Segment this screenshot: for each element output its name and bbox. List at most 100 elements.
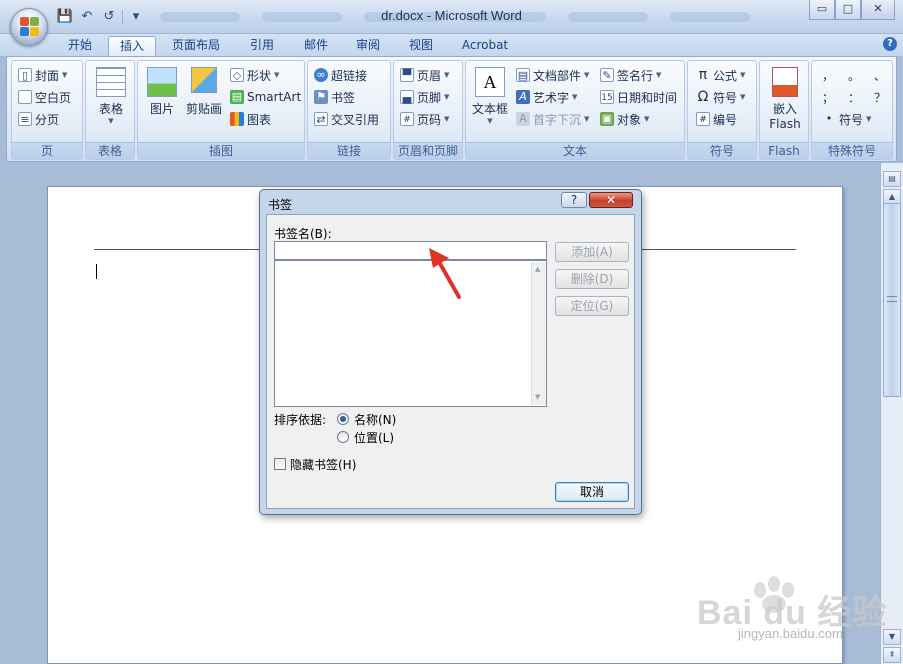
sort-by-location-radio[interactable] — [337, 431, 349, 443]
page-number-button[interactable]: # 页码 ▼ — [400, 109, 449, 129]
window-title: dr.docx - Microsoft Word — [381, 8, 522, 23]
hyperlink-button[interactable]: ∞ 超链接 — [314, 65, 367, 85]
list-scroll-down-icon[interactable]: ▼ — [535, 393, 540, 401]
tab-insert[interactable]: 插入 — [108, 36, 156, 56]
close-window-button[interactable]: ✕ — [861, 0, 895, 20]
page-break-label: 分页 — [35, 112, 60, 127]
quick-parts-button[interactable]: ▤ 文档部件 ▼ — [516, 65, 589, 85]
bookmark-button[interactable]: ⚑ 书签 — [314, 87, 355, 107]
page-break-icon: ≡ — [18, 112, 32, 126]
list-scroll-up-icon[interactable]: ▲ — [535, 265, 540, 273]
maximize-button[interactable]: □ — [835, 0, 861, 20]
tab-references[interactable]: 引用 — [240, 36, 284, 56]
dropcap-icon: A — [516, 112, 530, 126]
bookmark-list[interactable]: ▲ ▼ — [274, 260, 547, 407]
hyperlink-label: 超链接 — [331, 68, 368, 83]
cross-reference-button[interactable]: ⇄ 交叉引用 — [314, 109, 379, 129]
symbol-label: 符号 — [713, 90, 738, 105]
object-button[interactable]: ▣ 对象 ▼ — [600, 109, 649, 129]
header-button[interactable]: ▀ 页眉 ▼ — [400, 65, 449, 85]
enumeration-comma-char[interactable]: 、 — [874, 67, 886, 84]
bookmark-list-scrollbar[interactable]: ▲ ▼ — [531, 262, 546, 405]
group-text: A 文本框 ▼ ▤ 文档部件 ▼ A 艺术字 ▼ A 首字下沉 ▼ ✎ 签名行 ▼ 15… — [465, 60, 685, 160]
clipart-label: 剪贴画 — [185, 102, 222, 116]
tab-view[interactable]: 视图 — [399, 36, 443, 56]
table-button[interactable]: 表格 ▼ — [92, 67, 130, 125]
textbox-icon: A — [475, 67, 505, 97]
cancel-button[interactable]: 取消 — [555, 482, 629, 502]
semicolon-char[interactable]: ； — [822, 89, 834, 106]
chart-button[interactable]: 图表 — [230, 109, 271, 129]
number-icon: # — [696, 112, 710, 126]
textbox-button[interactable]: A 文本框 ▼ — [470, 67, 510, 125]
blank-page-button[interactable]: 空白页 — [18, 87, 71, 107]
page-break-button[interactable]: ≡ 分页 — [18, 109, 59, 129]
tab-mailings[interactable]: 邮件 — [294, 36, 338, 56]
question-mark-char[interactable]: ？ — [874, 89, 886, 106]
symbol-button[interactable]: Ω 符号 ▼ — [696, 87, 746, 107]
dialog-help-button[interactable]: ? — [561, 192, 587, 208]
help-icon[interactable]: ? — [883, 37, 897, 51]
tab-page-layout[interactable]: 页面布局 — [164, 36, 228, 56]
dropcap-button[interactable]: A 首字下沉 ▼ — [516, 109, 589, 129]
group-label-header-footer: 页眉和页脚 — [394, 142, 462, 159]
smartart-icon: ▤ — [230, 90, 244, 104]
number-label: 编号 — [713, 112, 738, 127]
number-button[interactable]: # 编号 — [696, 109, 737, 129]
watermark-url: jingyan.baidu.com — [738, 626, 843, 641]
picture-label: 图片 — [149, 102, 174, 116]
cover-page-button[interactable]: ▯ 封面 ▼ — [18, 65, 67, 85]
comma-char[interactable]: ， — [822, 67, 834, 84]
tab-home[interactable]: 开始 — [60, 36, 100, 56]
group-label-flash: Flash — [760, 142, 808, 159]
wordart-button[interactable]: A 艺术字 ▼ — [516, 87, 577, 107]
bookmark-dialog: 书签 ? ✕ 书签名(B): ▲ ▼ 添加(A) 删除(D) 定位(G) 排序依… — [259, 189, 642, 515]
goto-bookmark-button[interactable]: 定位(G) — [555, 296, 629, 316]
group-header-footer: ▀ 页眉 ▼ ▄ 页脚 ▼ # 页码 ▼ 页眉和页脚 — [393, 60, 463, 160]
bookmark-label: 书签 — [331, 90, 356, 105]
picture-button[interactable]: 图片 — [142, 67, 182, 117]
group-label-links: 链接 — [308, 142, 390, 159]
smartart-button[interactable]: ▤ SmartArt — [230, 87, 301, 107]
delete-bookmark-button[interactable]: 删除(D) — [555, 269, 629, 289]
shapes-button[interactable]: ◇ 形状 ▼ — [230, 65, 279, 85]
group-links: ∞ 超链接 ⚑ 书签 ⇄ 交叉引用 链接 — [307, 60, 391, 160]
equation-button[interactable]: π 公式 ▼ — [696, 65, 746, 85]
group-illustrations: 图片 剪贴画 ◇ 形状 ▼ ▤ SmartArt 图表 插图 — [137, 60, 305, 160]
office-button[interactable] — [10, 8, 48, 46]
dialog-close-button[interactable]: ✕ — [589, 192, 633, 208]
sort-by-name-radio[interactable] — [337, 413, 349, 425]
tab-acrobat[interactable]: Acrobat — [455, 36, 515, 56]
date-time-label: 日期和时间 — [617, 90, 678, 105]
previous-page-button[interactable]: ⇞ — [883, 647, 901, 663]
bookmark-icon: ⚑ — [314, 90, 328, 104]
dropcap-label: 首字下沉 — [533, 112, 582, 127]
footer-button[interactable]: ▄ 页脚 ▼ — [400, 87, 449, 107]
date-time-button[interactable]: 15 日期和时间 — [600, 87, 677, 107]
group-label-symbols: 符号 — [688, 142, 756, 159]
signature-line-button[interactable]: ✎ 签名行 ▼ — [600, 65, 661, 85]
shapes-label: 形状 — [247, 68, 272, 83]
scroll-thumb[interactable] — [883, 203, 901, 397]
embed-flash-button[interactable]: 嵌入 Flash — [764, 67, 806, 131]
ruler-toggle-icon[interactable]: ▤ — [883, 171, 901, 187]
tab-review[interactable]: 审阅 — [346, 36, 390, 56]
special-symbol-label: 符号 — [839, 112, 864, 127]
clipart-icon — [191, 67, 217, 93]
ribbon: ▯ 封面 ▼ 空白页 ≡ 分页 页 表格 ▼ 表格 图片 剪贴画 ◇ 形状 ▼ … — [6, 56, 897, 162]
special-symbol-button[interactable]: • 符号 ▼ — [822, 109, 872, 129]
flash-icon — [772, 67, 798, 97]
clipart-button[interactable]: 剪贴画 — [182, 67, 226, 117]
special-chars-row-2: ； ： ？ — [822, 87, 886, 107]
add-bookmark-button[interactable]: 添加(A) — [555, 242, 629, 262]
bookmark-name-input[interactable] — [274, 241, 547, 260]
shapes-icon: ◇ — [230, 68, 244, 82]
cross-reference-label: 交叉引用 — [331, 112, 380, 127]
period-char[interactable]: 。 — [848, 67, 860, 84]
ribbon-tab-bar: 开始 插入 页面布局 引用 邮件 审阅 视图 Acrobat — [0, 34, 903, 56]
object-icon: ▣ — [600, 112, 614, 126]
colon-char[interactable]: ： — [848, 89, 860, 106]
hidden-bookmarks-checkbox[interactable] — [274, 458, 286, 470]
minimize-button[interactable]: ▭ — [809, 0, 835, 20]
textbox-label: 文本框 — [471, 102, 508, 116]
